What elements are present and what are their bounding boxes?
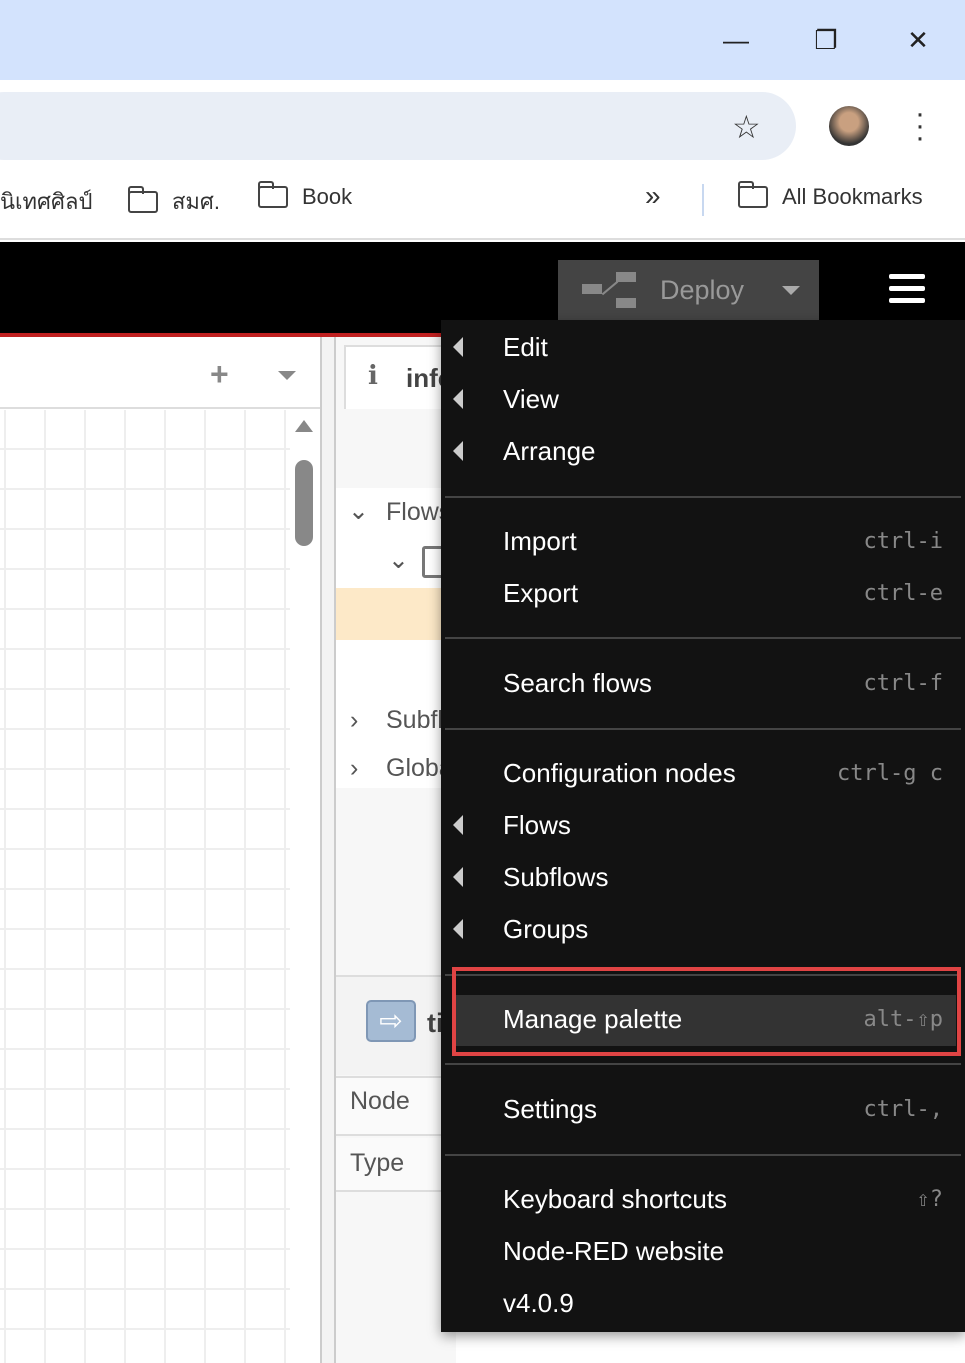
all-bookmarks-button[interactable]: All Bookmarks	[737, 181, 923, 210]
add-flow-icon[interactable]: +	[210, 356, 229, 393]
tab-info[interactable]: i info	[344, 345, 454, 409]
menu-divider	[445, 728, 961, 730]
bookmark-item[interactable]: สมศ.	[127, 184, 221, 219]
deploy-dropdown-icon[interactable]	[782, 285, 801, 295]
menu-divider	[445, 1154, 961, 1156]
menu-divider	[445, 1063, 961, 1065]
menu-item-label: View	[503, 383, 559, 414]
submenu-arrow-icon	[453, 815, 463, 835]
submenu-arrow-icon	[453, 919, 463, 939]
submenu-arrow-icon	[453, 867, 463, 887]
chevron-down-icon[interactable]: ⌄	[388, 545, 409, 575]
chevron-down-icon[interactable]: ⌄	[348, 496, 369, 526]
bookmark-label: นิเทศศิลป์	[0, 189, 93, 214]
deploy-icon	[582, 272, 636, 308]
menu-item-view[interactable]: View	[441, 373, 965, 425]
menu-item-label: Export	[503, 577, 579, 608]
submenu-arrow-icon	[453, 389, 463, 409]
folder-icon	[737, 181, 768, 208]
menu-shortcut: ctrl-f	[863, 670, 943, 696]
folder-icon	[257, 181, 288, 208]
menu-shortcut: ctrl-i	[863, 528, 943, 554]
node-type-icon: ⇨	[366, 1000, 416, 1042]
menu-item-label: Groups	[503, 913, 589, 944]
deploy-label: Deploy	[660, 274, 745, 305]
vertical-scrollbar[interactable]	[295, 460, 313, 546]
menu-item-label: Subflows	[503, 861, 609, 892]
menu-item-edit[interactable]: Edit	[441, 321, 965, 373]
bookmark-item[interactable]: นิเทศศิลป์	[0, 184, 92, 219]
main-menu-dropdown: Edit View Arrange Import ctrl-i Export ctr…	[441, 320, 965, 1332]
workspace-tab-bar	[0, 337, 320, 409]
menu-item-search-flows[interactable]: Search flows ctrl-f	[441, 657, 965, 709]
submenu-arrow-icon	[453, 441, 463, 461]
all-bookmarks-label: All Bookmarks	[782, 184, 923, 209]
highlight-annotation-box	[452, 967, 961, 1056]
menu-item-export[interactable]: Export ctrl-e	[441, 567, 965, 619]
more-bookmarks-button[interactable]: »	[645, 180, 661, 212]
menu-item-label: Edit	[503, 331, 548, 362]
menu-item-label: Configuration nodes	[503, 757, 736, 788]
menu-item-import[interactable]: Import ctrl-i	[441, 515, 965, 567]
menu-divider	[445, 496, 961, 498]
menu-item-flows[interactable]: Flows	[441, 799, 965, 851]
bookmarks-divider	[702, 184, 704, 216]
bookmark-star-icon[interactable]: ☆	[732, 108, 761, 146]
menu-item-groups[interactable]: Groups	[441, 903, 965, 955]
menu-item-label: Search flows	[503, 667, 652, 698]
info-icon: i	[368, 361, 378, 391]
bookmark-item[interactable]: Book	[257, 181, 353, 210]
flow-list-dropdown-icon[interactable]	[278, 371, 296, 380]
menu-item-subflows[interactable]: Subflows	[441, 851, 965, 903]
bookmark-label: Book	[302, 184, 353, 209]
deploy-button[interactable]: Deploy	[558, 260, 819, 320]
browser-menu-icon[interactable]: · · ·	[910, 99, 930, 153]
menu-item-label: Import	[503, 525, 577, 556]
selected-flow-row[interactable]	[336, 588, 446, 640]
close-button[interactable]: ✕	[900, 22, 936, 58]
main-menu-icon[interactable]	[889, 274, 925, 306]
folder-icon	[127, 185, 158, 213]
scroll-up-icon[interactable]	[295, 420, 313, 432]
sidebar-separator[interactable]	[320, 337, 336, 1363]
menu-divider	[445, 637, 961, 639]
menu-item-configuration-nodes[interactable]: Configuration nodes ctrl-g c	[441, 747, 965, 799]
address-bar[interactable]	[0, 92, 796, 160]
bookmark-label: สมศ.	[172, 189, 221, 214]
minimize-button[interactable]: —	[718, 22, 754, 58]
menu-shortcut: ctrl-g c	[837, 760, 943, 786]
node-property-label: Node	[350, 1087, 410, 1115]
profile-avatar[interactable]	[829, 106, 869, 146]
workspace-canvas[interactable]	[0, 410, 290, 1363]
submenu-arrow-icon	[453, 337, 463, 357]
chevron-right-icon[interactable]: ›	[350, 754, 358, 783]
type-property-label: Type	[350, 1149, 405, 1177]
menu-item-arrange[interactable]: Arrange	[441, 425, 965, 477]
restore-button[interactable]: ❐	[808, 22, 844, 58]
menu-shortcut: ctrl-e	[863, 580, 943, 606]
menu-item-label: Arrange	[503, 435, 596, 466]
chevron-right-icon[interactable]: ›	[350, 706, 358, 735]
menu-item-label: Flows	[503, 809, 571, 840]
